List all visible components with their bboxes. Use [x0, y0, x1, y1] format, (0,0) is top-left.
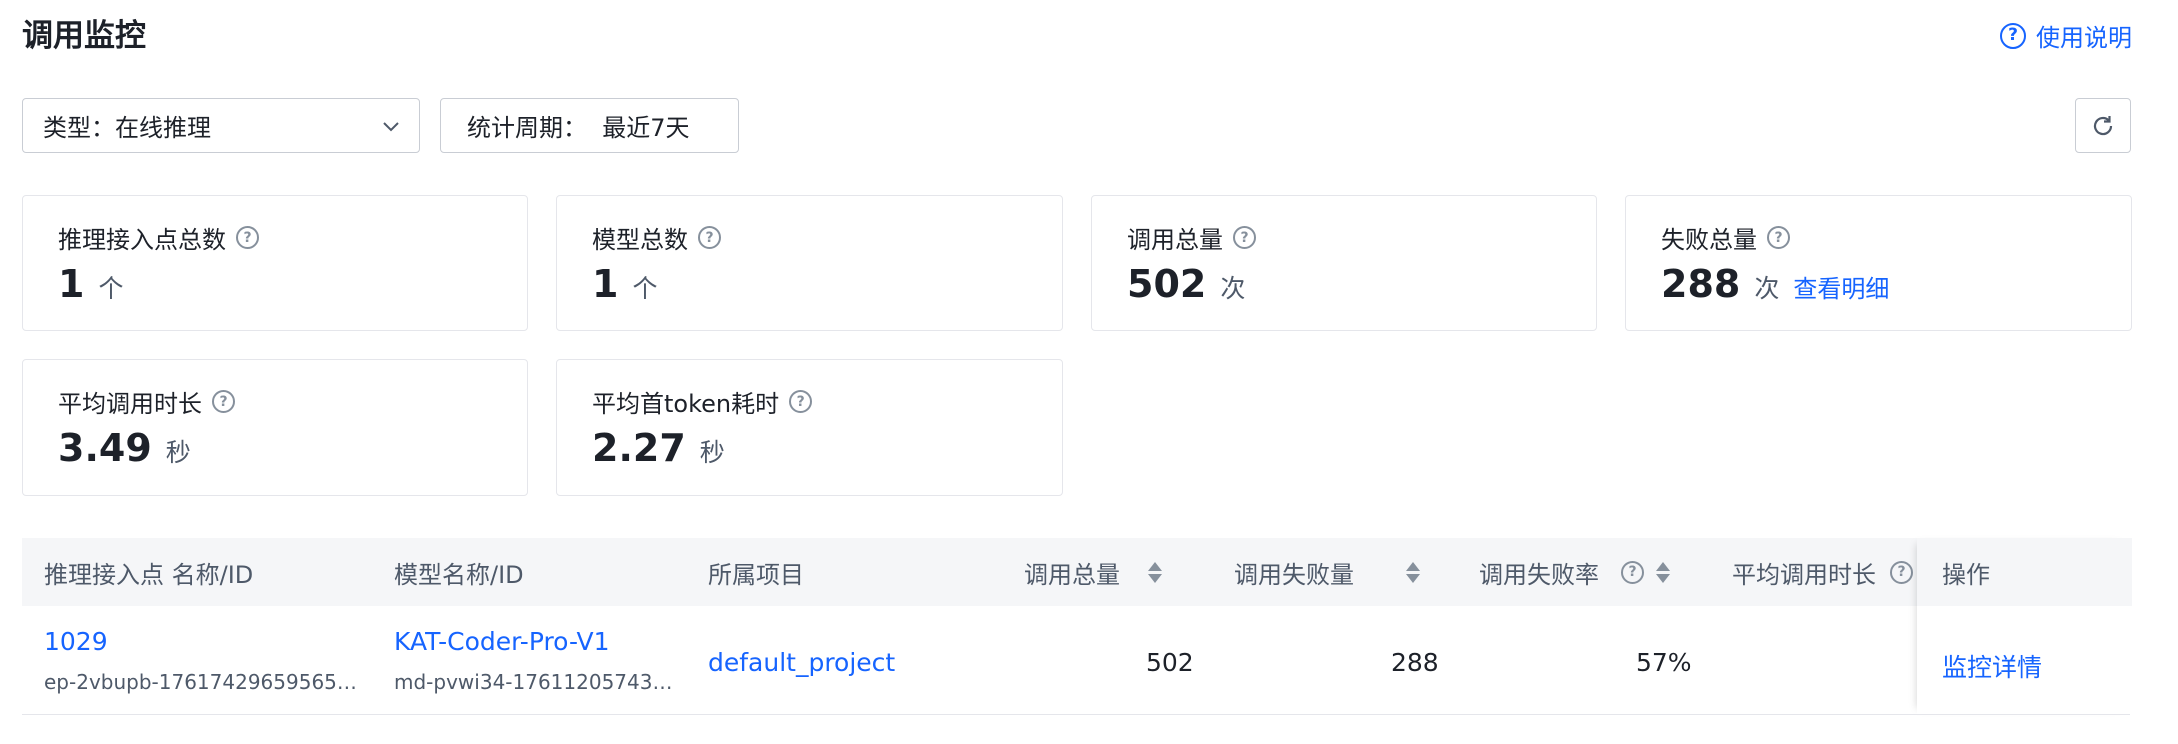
stat-card-total-calls: 调用总量? 502 次: [1091, 195, 1597, 331]
column-header-total[interactable]: 调用总量: [1024, 538, 1162, 606]
column-header-action: 操作: [1942, 560, 1990, 589]
refresh-button[interactable]: [2075, 98, 2131, 153]
stat-label: 失败总量: [1661, 226, 1757, 254]
stat-value: 288: [1661, 262, 1741, 306]
question-circle-icon[interactable]: ?: [212, 390, 235, 413]
stat-value: 502: [1127, 262, 1207, 306]
stat-card-first-token: 平均首token耗时? 2.27 秒: [556, 359, 1063, 496]
sort-icon[interactable]: [1406, 561, 1420, 583]
stat-label: 模型总数: [592, 226, 688, 254]
sort-icon[interactable]: [1656, 561, 1670, 583]
column-header-label: 平均调用时长: [1732, 560, 1876, 589]
type-select[interactable]: 类型：在线推理: [22, 98, 420, 153]
period-select[interactable]: 统计周期： 最近7天: [440, 98, 739, 153]
model-id: md-pvwi34-17611205743…: [394, 670, 673, 694]
question-circle-icon[interactable]: ?: [789, 390, 813, 413]
stat-value: 1: [58, 262, 85, 306]
column-header-model: 模型名称/ID: [394, 560, 524, 589]
column-header-project: 所属项目: [708, 560, 804, 589]
stat-unit: 个: [632, 274, 658, 303]
stat-label: 平均调用时长: [58, 390, 202, 418]
row-divider: [22, 714, 2130, 715]
stat-value: 1: [592, 262, 619, 306]
help-label: 使用说明: [2036, 24, 2132, 52]
cell-total: 502: [1146, 648, 1194, 677]
stat-label: 推理接入点总数: [58, 226, 226, 254]
stat-unit: 个: [98, 274, 124, 303]
question-circle-icon: ?: [2000, 22, 2026, 49]
type-select-value: 类型：在线推理: [43, 114, 211, 142]
stat-label: 平均首token耗时: [592, 390, 780, 418]
model-name-link[interactable]: KAT-Coder-Pro-V1: [394, 627, 610, 656]
stat-card-endpoints: 推理接入点总数? 1个: [22, 195, 528, 331]
stat-value: 3.49: [58, 426, 152, 470]
question-circle-icon[interactable]: ?: [236, 226, 259, 249]
column-header-fail[interactable]: 调用失败量: [1234, 538, 1420, 606]
refresh-icon: [2093, 115, 2113, 135]
question-circle-icon[interactable]: ?: [1621, 560, 1644, 584]
question-circle-icon[interactable]: ?: [1767, 226, 1790, 249]
stat-card-avg-duration: 平均调用时长? 3.49 秒: [22, 359, 528, 496]
question-circle-icon[interactable]: ?: [1233, 226, 1256, 249]
sort-icon[interactable]: [1148, 561, 1162, 583]
column-header-label: 调用失败率: [1479, 560, 1599, 589]
question-circle-icon[interactable]: ?: [698, 226, 721, 249]
stat-unit: 秒: [699, 438, 725, 467]
column-header-endpoint: 推理接入点 名称/ID: [44, 560, 254, 589]
cell-fail: 288: [1391, 648, 1439, 677]
endpoint-name-link[interactable]: 1029: [44, 627, 108, 656]
stat-unit: 次: [1220, 274, 1246, 303]
column-header-fail-rate[interactable]: 调用失败率 ?: [1479, 538, 1670, 606]
column-header-label: 调用总量: [1024, 560, 1120, 589]
stat-unit: 次: [1754, 274, 1780, 303]
period-select-value: 统计周期： 最近7天: [467, 114, 690, 142]
stat-card-failures: 失败总量? 288 次查看明细: [1625, 195, 2132, 331]
stat-value: 2.27: [592, 426, 686, 470]
stat-unit: 秒: [165, 438, 191, 467]
column-header-avg-duration: 平均调用时长 ?: [1732, 538, 1913, 606]
project-link[interactable]: default_project: [708, 648, 895, 677]
view-details-link[interactable]: 查看明细: [1793, 269, 1889, 304]
page-title: 调用监控: [22, 18, 146, 54]
question-circle-icon[interactable]: ?: [1890, 560, 1913, 584]
monitor-details-link[interactable]: 监控详情: [1942, 648, 2042, 684]
endpoint-id: ep-2vbupb-17617429659565…: [44, 670, 357, 694]
stat-card-models: 模型总数? 1个: [556, 195, 1063, 331]
column-header-label: 调用失败量: [1234, 560, 1354, 589]
stat-label: 调用总量: [1127, 226, 1223, 254]
chevron-down-icon: [383, 122, 399, 132]
cell-fail-rate: 57%: [1636, 648, 1692, 677]
help-link[interactable]: ? 使用说明: [2000, 18, 2132, 53]
